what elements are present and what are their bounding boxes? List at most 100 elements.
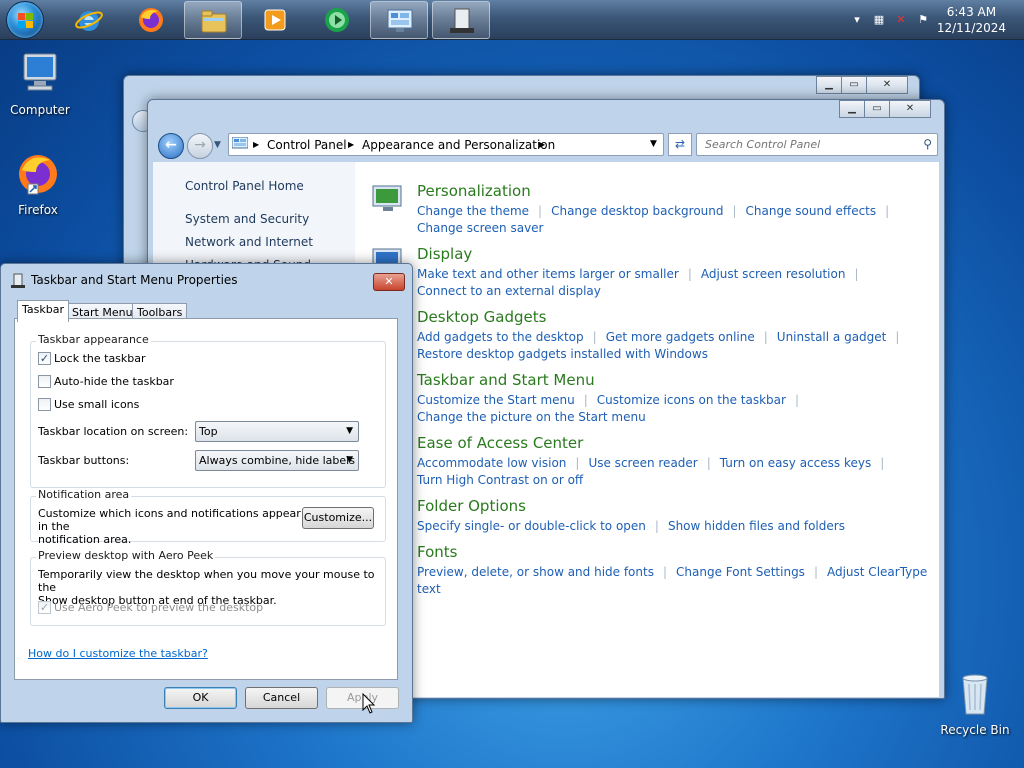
group-label-notification: Notification area bbox=[36, 488, 132, 501]
search-input[interactable] bbox=[703, 134, 913, 154]
section-links-fonts: Preview, delete, or show and hide fonts |… bbox=[417, 565, 928, 596]
link-accommodate-low-vision[interactable]: Accommodate low vision bbox=[417, 456, 566, 470]
link-single-double-click[interactable]: Specify single- or double-click to open bbox=[417, 519, 646, 533]
show-hidden-icons-icon[interactable]: ▾ bbox=[850, 13, 864, 27]
taskbar-internet-explorer[interactable] bbox=[60, 1, 118, 39]
small-icons-checkbox[interactable]: Use small icons bbox=[38, 398, 139, 411]
section-title-ease-of-access[interactable]: Ease of Access Center bbox=[417, 434, 583, 452]
maximize-button[interactable]: ▭ bbox=[841, 76, 867, 94]
taskbar-media-center[interactable] bbox=[308, 1, 366, 39]
search-icon[interactable]: ⚲ bbox=[923, 137, 932, 151]
clock-date: 12/11/2024 bbox=[936, 21, 1006, 35]
link-high-contrast[interactable]: Turn High Contrast on or off bbox=[417, 473, 583, 487]
start-button[interactable] bbox=[6, 1, 44, 39]
window-caption-buttons: ▁ ▭ ✕ bbox=[816, 76, 908, 94]
link-change-screen-saver[interactable]: Change screen saver bbox=[417, 221, 544, 235]
volume-muted-icon[interactable]: ✕ bbox=[894, 13, 908, 27]
link-preview-fonts[interactable]: Preview, delete, or show and hide fonts bbox=[417, 565, 654, 579]
customize-button[interactable]: Customize... bbox=[302, 507, 374, 529]
taskbar-buttons-select[interactable]: Always combine, hide labels ▼ bbox=[195, 450, 359, 471]
checkbox-unchecked-icon[interactable] bbox=[38, 398, 51, 411]
desktop-icon-firefox[interactable]: Firefox bbox=[2, 150, 74, 217]
breadcrumb-appearance[interactable]: Appearance and Personalization bbox=[362, 138, 555, 152]
taskbar-firefox[interactable] bbox=[122, 1, 180, 39]
link-change-background[interactable]: Change desktop background bbox=[551, 204, 723, 218]
refresh-icon[interactable]: ⇄ bbox=[668, 133, 692, 156]
close-button[interactable]: ✕ bbox=[866, 76, 908, 94]
close-button[interactable]: ✕ bbox=[373, 273, 405, 291]
link-easy-access-keys[interactable]: Turn on easy access keys bbox=[720, 456, 871, 470]
link-make-text-larger[interactable]: Make text and other items larger or smal… bbox=[417, 267, 679, 281]
network-icon[interactable]: ▦ bbox=[872, 13, 886, 27]
checkbox-checked-icon[interactable]: ✓ bbox=[38, 352, 51, 365]
address-dropdown-icon[interactable]: ▼ bbox=[650, 139, 657, 149]
address-bar[interactable]: ▶ Control Panel ▶ Appearance and Persona… bbox=[228, 133, 664, 156]
taskbar-media-player[interactable] bbox=[246, 1, 304, 39]
link-customize-taskbar-icons[interactable]: Customize icons on the taskbar bbox=[597, 393, 786, 407]
sidebar-item-network[interactable]: Network and Internet bbox=[185, 235, 313, 249]
link-use-screen-reader[interactable]: Use screen reader bbox=[588, 456, 697, 470]
sidebar-item-home[interactable]: Control Panel Home bbox=[185, 179, 304, 193]
sidebar-item-system-security[interactable]: System and Security bbox=[185, 212, 309, 226]
section-title-personalization[interactable]: Personalization bbox=[417, 182, 531, 200]
link-change-theme[interactable]: Change the theme bbox=[417, 204, 529, 218]
ok-button[interactable]: OK bbox=[164, 687, 237, 709]
cancel-button[interactable]: Cancel bbox=[245, 687, 318, 709]
link-get-more-gadgets[interactable]: Get more gadgets online bbox=[606, 330, 755, 344]
breadcrumb-separator-icon[interactable]: ▶ bbox=[539, 140, 545, 149]
section-links-desktop-gadgets: Add gadgets to the desktop | Get more gadg… bbox=[417, 330, 900, 361]
search-box[interactable]: ⚲ bbox=[696, 133, 938, 156]
aero-peek-checkbox[interactable]: ✓ Use Aero Peek to preview the desktop bbox=[38, 601, 263, 614]
link-change-sound-effects[interactable]: Change sound effects bbox=[746, 204, 877, 218]
breadcrumb-separator-icon[interactable]: ▶ bbox=[348, 140, 354, 149]
link-connect-external-display[interactable]: Connect to an external display bbox=[417, 284, 601, 298]
forward-arrow-icon[interactable]: → bbox=[187, 133, 213, 159]
section-links-ease-of-access: Accommodate low vision | Use screen reader… bbox=[417, 456, 885, 487]
desktop-icon-label: Recycle Bin bbox=[940, 723, 1010, 737]
notification-description: Customize which icons and notifications … bbox=[38, 507, 303, 546]
breadcrumb-control-panel[interactable]: Control Panel bbox=[267, 138, 347, 152]
link-add-gadgets[interactable]: Add gadgets to the desktop bbox=[417, 330, 584, 344]
action-center-flag-icon[interactable]: ⚑ bbox=[916, 13, 930, 27]
link-adjust-resolution[interactable]: Adjust screen resolution bbox=[701, 267, 846, 281]
maximize-button[interactable]: ▭ bbox=[864, 100, 890, 118]
section-links-personalization: Change the theme | Change desktop backgrou… bbox=[417, 204, 890, 235]
taskbar-properties-icon bbox=[450, 8, 474, 33]
section-title-desktop-gadgets[interactable]: Desktop Gadgets bbox=[417, 308, 546, 326]
section-title-fonts[interactable]: Fonts bbox=[417, 543, 457, 561]
checkbox-label: Use small icons bbox=[54, 398, 140, 411]
section-title-taskbar-start-menu[interactable]: Taskbar and Start Menu bbox=[417, 371, 595, 389]
recent-pages-chevron-icon[interactable]: ▼ bbox=[214, 140, 221, 150]
help-link[interactable]: How do I customize the taskbar? bbox=[28, 647, 208, 660]
taskbar-control-panel[interactable] bbox=[370, 1, 428, 39]
taskbar-taskbar-properties[interactable] bbox=[432, 1, 490, 39]
lock-taskbar-checkbox[interactable]: ✓ Lock the taskbar bbox=[38, 352, 146, 365]
aero-text-line1: Temporarily view the desktop when you mo… bbox=[38, 568, 375, 594]
minimize-button[interactable]: ▁ bbox=[839, 100, 865, 118]
autohide-taskbar-checkbox[interactable]: Auto-hide the taskbar bbox=[38, 375, 174, 388]
link-restore-gadgets[interactable]: Restore desktop gadgets installed with W… bbox=[417, 347, 708, 361]
breadcrumb-separator-icon[interactable]: ▶ bbox=[253, 140, 259, 149]
checkbox-checked-icon[interactable]: ✓ bbox=[38, 601, 51, 614]
close-button[interactable]: ✕ bbox=[889, 100, 931, 118]
firefox-icon bbox=[139, 8, 163, 32]
taskbar-location-select[interactable]: Top ▼ bbox=[195, 421, 359, 442]
link-show-hidden-files[interactable]: Show hidden files and folders bbox=[668, 519, 845, 533]
section-title-folder-options[interactable]: Folder Options bbox=[417, 497, 526, 515]
link-change-font-settings[interactable]: Change Font Settings bbox=[676, 565, 805, 579]
checkbox-unchecked-icon[interactable] bbox=[38, 375, 51, 388]
control-panel-icon bbox=[232, 137, 248, 149]
back-arrow-icon[interactable]: ← bbox=[158, 133, 184, 159]
link-uninstall-gadget[interactable]: Uninstall a gadget bbox=[777, 330, 887, 344]
minimize-button[interactable]: ▁ bbox=[816, 76, 842, 94]
desktop-icon-recycle-bin[interactable]: Recycle Bin bbox=[939, 670, 1011, 737]
clock[interactable]: 6:43 AM 12/11/2024 bbox=[937, 4, 1006, 36]
folder-icon bbox=[201, 10, 227, 33]
link-customize-start-menu[interactable]: Customize the Start menu bbox=[417, 393, 575, 407]
link-change-start-picture[interactable]: Change the picture on the Start menu bbox=[417, 410, 646, 424]
taskbar-file-explorer[interactable] bbox=[184, 1, 242, 39]
tab-taskbar[interactable]: Taskbar bbox=[17, 300, 69, 322]
section-title-display[interactable]: Display bbox=[417, 245, 472, 263]
desktop-icon-label: Computer bbox=[10, 103, 70, 117]
desktop-icon-computer[interactable]: Computer bbox=[4, 50, 76, 117]
